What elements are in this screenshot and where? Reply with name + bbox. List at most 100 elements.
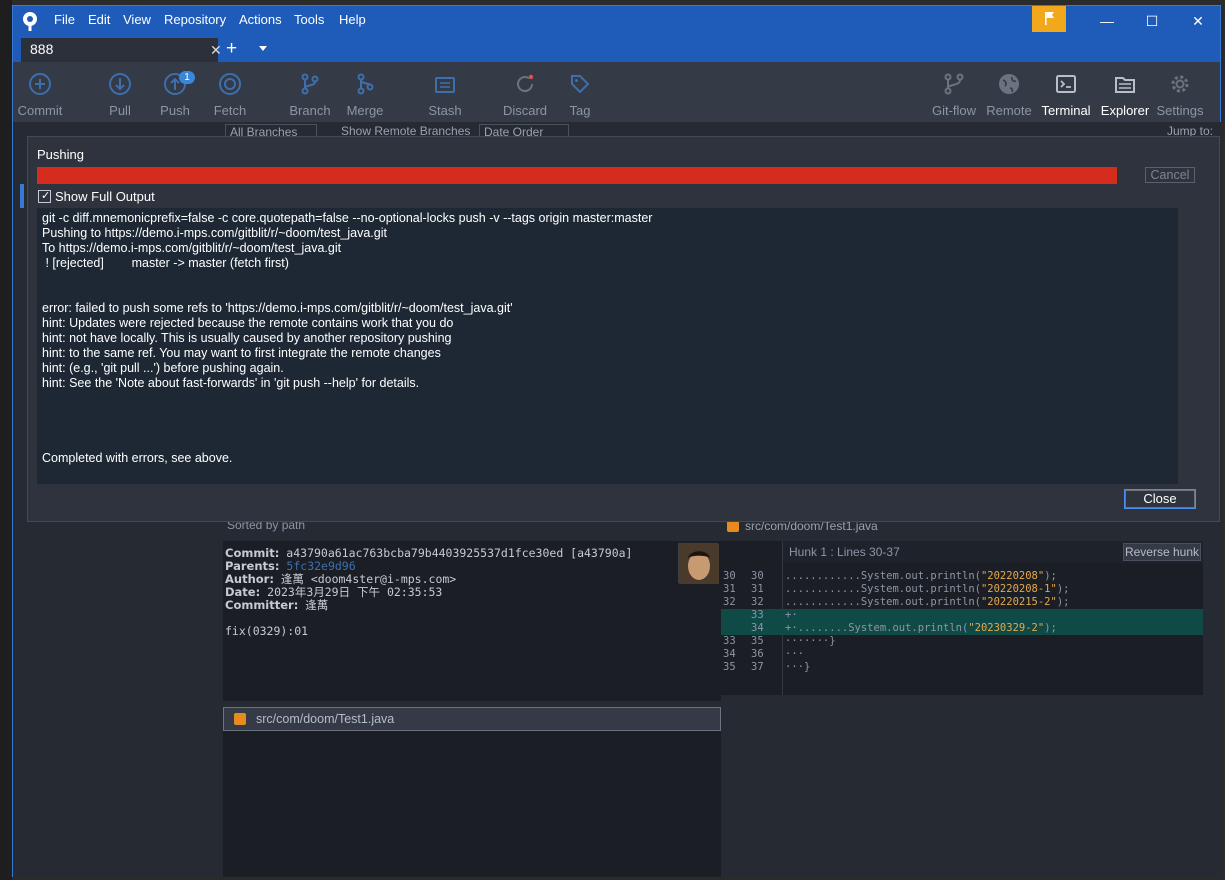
branch-button[interactable]: Branch [280, 62, 340, 122]
remote-label: Remote [986, 103, 1032, 118]
output-line: hint: Updates were rejected because the … [42, 316, 454, 330]
menu-view[interactable]: View [123, 12, 151, 28]
commit-button[interactable]: Commit [10, 62, 70, 122]
tab-label: 888 [30, 41, 54, 57]
output-line: hint: to the same ref. You may want to f… [42, 346, 441, 360]
modified-file-icon [234, 713, 246, 725]
settings-label: Settings [1156, 103, 1204, 118]
terminal-button[interactable]: Terminal [1036, 62, 1096, 122]
push-output-log[interactable]: git -c diff.mnemonicprefix=false -c core… [37, 208, 1178, 484]
push-progress-bar [37, 167, 1117, 184]
menu-edit[interactable]: Edit [88, 12, 110, 28]
new-line-number: 31 [751, 583, 764, 595]
checkmark-icon: ✓ [41, 190, 51, 202]
menu-actions[interactable]: Actions [239, 12, 282, 28]
pull-button[interactable]: Pull [90, 62, 150, 122]
committer-value: 逢萬 [305, 598, 329, 612]
menu-file[interactable]: File [54, 12, 75, 28]
merge-button[interactable]: Merge [335, 62, 395, 122]
gitflow-icon [944, 73, 964, 95]
diff-line-context[interactable]: 35 37 ···} [721, 661, 1203, 674]
stash-label: Stash [428, 103, 462, 118]
diff-code: ............System.out.println("20220215… [785, 596, 1070, 608]
diff-line-added[interactable]: 33 +· [721, 609, 1203, 622]
output-line: hint: not have locally. This is usually … [42, 331, 452, 345]
stash-button[interactable]: Stash [415, 62, 475, 122]
tab-bar: 888 ✕ + [13, 36, 1220, 62]
title-bar: File Edit View Repository Actions Tools … [13, 6, 1220, 36]
notification-flag-button[interactable] [1032, 6, 1066, 32]
menu-help[interactable]: Help [339, 12, 366, 28]
screen: File Edit View Repository Actions Tools … [0, 0, 1225, 880]
output-line: Pushing to https://demo.i-mps.com/gitbli… [42, 226, 387, 240]
discard-button[interactable]: Discard [495, 62, 555, 122]
output-line: ! [rejected] master -> master (fetch fir… [42, 256, 289, 270]
diff-code: ·······} [785, 635, 836, 647]
diff-line-context[interactable]: 33 35 ·······} [721, 635, 1203, 648]
commit-label: Commit [17, 103, 63, 118]
diff-code: ··· [785, 648, 804, 660]
terminal-icon [1056, 75, 1076, 93]
changed-file-row[interactable]: src/com/doom/Test1.java [223, 707, 721, 731]
show-full-output-label: Show Full Output [55, 189, 155, 204]
close-dialog-button[interactable]: Close [1124, 489, 1196, 509]
diff-line-context[interactable]: 31 31 ............System.out.println("2022… [721, 583, 1203, 596]
push-button[interactable]: Push [145, 62, 205, 122]
diff-line-context[interactable]: 32 32 ............System.out.println("2022… [721, 596, 1203, 609]
tab-repo[interactable]: 888 ✕ [21, 38, 222, 62]
minimize-button[interactable]: — [1097, 11, 1117, 31]
terminal-label: Terminal [1041, 103, 1091, 118]
tag-button[interactable]: Tag [550, 62, 610, 122]
committer-row: Committer: 逢萬 [225, 598, 329, 612]
flag-icon [1045, 12, 1054, 25]
branch-label: Branch [289, 103, 331, 118]
remote-button[interactable]: Remote [979, 62, 1039, 122]
old-line-number: 35 [723, 661, 736, 673]
app-logo-icon [23, 12, 37, 31]
diff-code: ............System.out.println("20220208… [785, 570, 1057, 582]
diff-code: ···} [785, 661, 811, 673]
cancel-button[interactable]: Cancel [1145, 167, 1195, 183]
push-label: Push [160, 103, 190, 118]
new-line-number: 30 [751, 570, 764, 582]
gitflow-button[interactable]: Git-flow [924, 62, 984, 122]
tab-close-icon[interactable]: ✕ [210, 43, 222, 57]
changed-files-list [223, 731, 721, 877]
maximize-button[interactable]: ☐ [1142, 11, 1162, 31]
new-line-number: 32 [751, 596, 764, 608]
old-line-number: 31 [723, 583, 736, 595]
push-count-badge: 1 [179, 71, 195, 84]
date-value: 2023年3月29日 下午 02:35:53 [267, 585, 443, 599]
menu-repository[interactable]: Repository [164, 12, 226, 28]
settings-button[interactable]: Settings [1150, 62, 1210, 122]
reverse-hunk-button[interactable]: Reverse hunk [1123, 543, 1201, 561]
explorer-button[interactable]: Explorer [1095, 62, 1155, 122]
toolbar: Commit Pull Push 1 Fetch Branch Merge St… [13, 62, 1220, 122]
old-line-number: 32 [723, 596, 736, 608]
old-line-number: 33 [723, 635, 736, 647]
merge-label: Merge [346, 103, 384, 118]
new-line-number: 37 [751, 661, 764, 673]
checkbox-box[interactable]: ✓ [38, 190, 51, 203]
add-tab-icon[interactable]: + [226, 39, 237, 58]
old-line-number: 34 [723, 648, 736, 660]
arrow-down-circle-icon [109, 73, 131, 95]
folder-icon [1115, 77, 1135, 93]
tab-list-dropdown-icon[interactable] [259, 46, 267, 51]
fetch-circle-icon [219, 73, 241, 95]
new-line-number: 33 [751, 609, 764, 621]
gear-icon [1171, 75, 1189, 93]
commit-hash: a43790a61ac763bcba79b4403925537d1fce30ed… [286, 546, 633, 560]
menu-tools[interactable]: Tools [294, 12, 324, 28]
fetch-button[interactable]: Fetch [200, 62, 260, 122]
globe-icon [999, 74, 1019, 94]
diff-line-context[interactable]: 34 36 ··· [721, 648, 1203, 661]
diff-line-added[interactable]: 34 +·........System.out.println("20230329… [721, 622, 1203, 635]
close-window-button[interactable]: ✕ [1188, 11, 1208, 31]
new-line-number: 34 [751, 622, 764, 634]
dialog-title: Pushing [37, 147, 84, 162]
diff-line-context[interactable]: 30 30 ............System.out.println("2022… [721, 570, 1203, 583]
parent-hash-link[interactable]: 5fc32e9d96 [286, 559, 355, 573]
explorer-label: Explorer [1100, 103, 1150, 118]
commit-details-pane: Commit: a43790a61ac763bcba79b4403925537d… [223, 541, 721, 701]
